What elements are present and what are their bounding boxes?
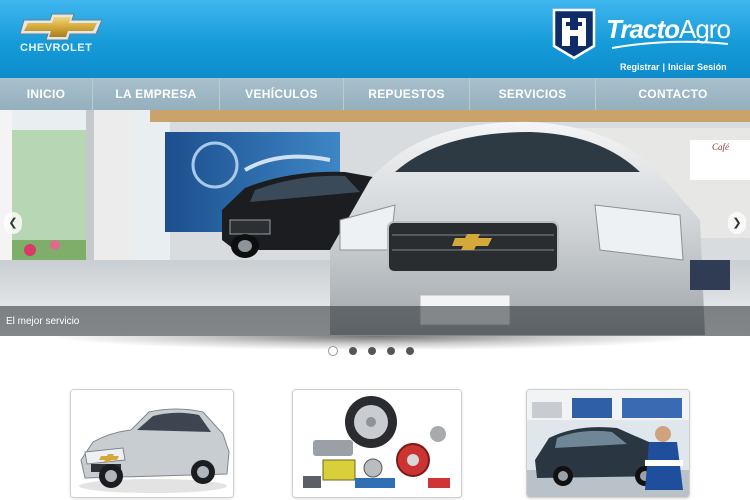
service-card[interactable] <box>526 389 690 498</box>
nav-item-vehiculos[interactable]: VEHÍCULOS <box>220 78 344 110</box>
slider-caption: El mejor servicio <box>6 316 80 327</box>
auto-parts-image <box>293 390 461 497</box>
tractoagro-swoosh <box>611 40 729 49</box>
slider-dot[interactable] <box>387 347 395 355</box>
sedan-image <box>71 390 233 497</box>
chevron-left-icon[interactable]: ❮ <box>4 212 22 234</box>
tractoagro-badge-logo[interactable] <box>550 6 598 60</box>
chevrolet-wordmark: CHEVROLET <box>20 42 93 54</box>
auth-separator: | <box>662 62 666 72</box>
slider-dot[interactable] <box>349 347 357 355</box>
parts-card[interactable] <box>292 389 462 498</box>
vehicles-card[interactable] <box>70 389 234 498</box>
nav-item-la-empresa[interactable]: LA EMPRESA <box>93 78 220 110</box>
main-nav: INICIO LA EMPRESA VEHÍCULOS REPUESTOS SE… <box>0 78 750 110</box>
chevron-right-icon[interactable]: ❯ <box>728 212 746 234</box>
slider-caption-bar <box>0 306 750 336</box>
nav-item-servicios[interactable]: SERVICIOS <box>470 78 596 110</box>
showroom-image: Café <box>0 110 750 336</box>
auth-links: Registrar | Iniciar Sesión <box>620 62 727 72</box>
register-link[interactable]: Registrar <box>620 62 660 72</box>
slider-dot[interactable] <box>328 346 338 356</box>
slider-dot[interactable] <box>368 347 376 355</box>
login-link[interactable]: Iniciar Sesión <box>668 62 727 72</box>
cafe-sign: Café <box>712 142 730 152</box>
hero-slider: Café <box>0 110 750 336</box>
slider-dots <box>328 346 414 356</box>
slider-dot[interactable] <box>406 347 414 355</box>
site-header: CHEVROLET TractoAgro Registrar | Iniciar S… <box>0 0 750 78</box>
nav-item-repuestos[interactable]: REPUESTOS <box>344 78 470 110</box>
workshop-image <box>527 390 689 497</box>
nav-item-contacto[interactable]: CONTACTO <box>596 78 750 110</box>
nav-item-inicio[interactable]: INICIO <box>0 78 93 110</box>
